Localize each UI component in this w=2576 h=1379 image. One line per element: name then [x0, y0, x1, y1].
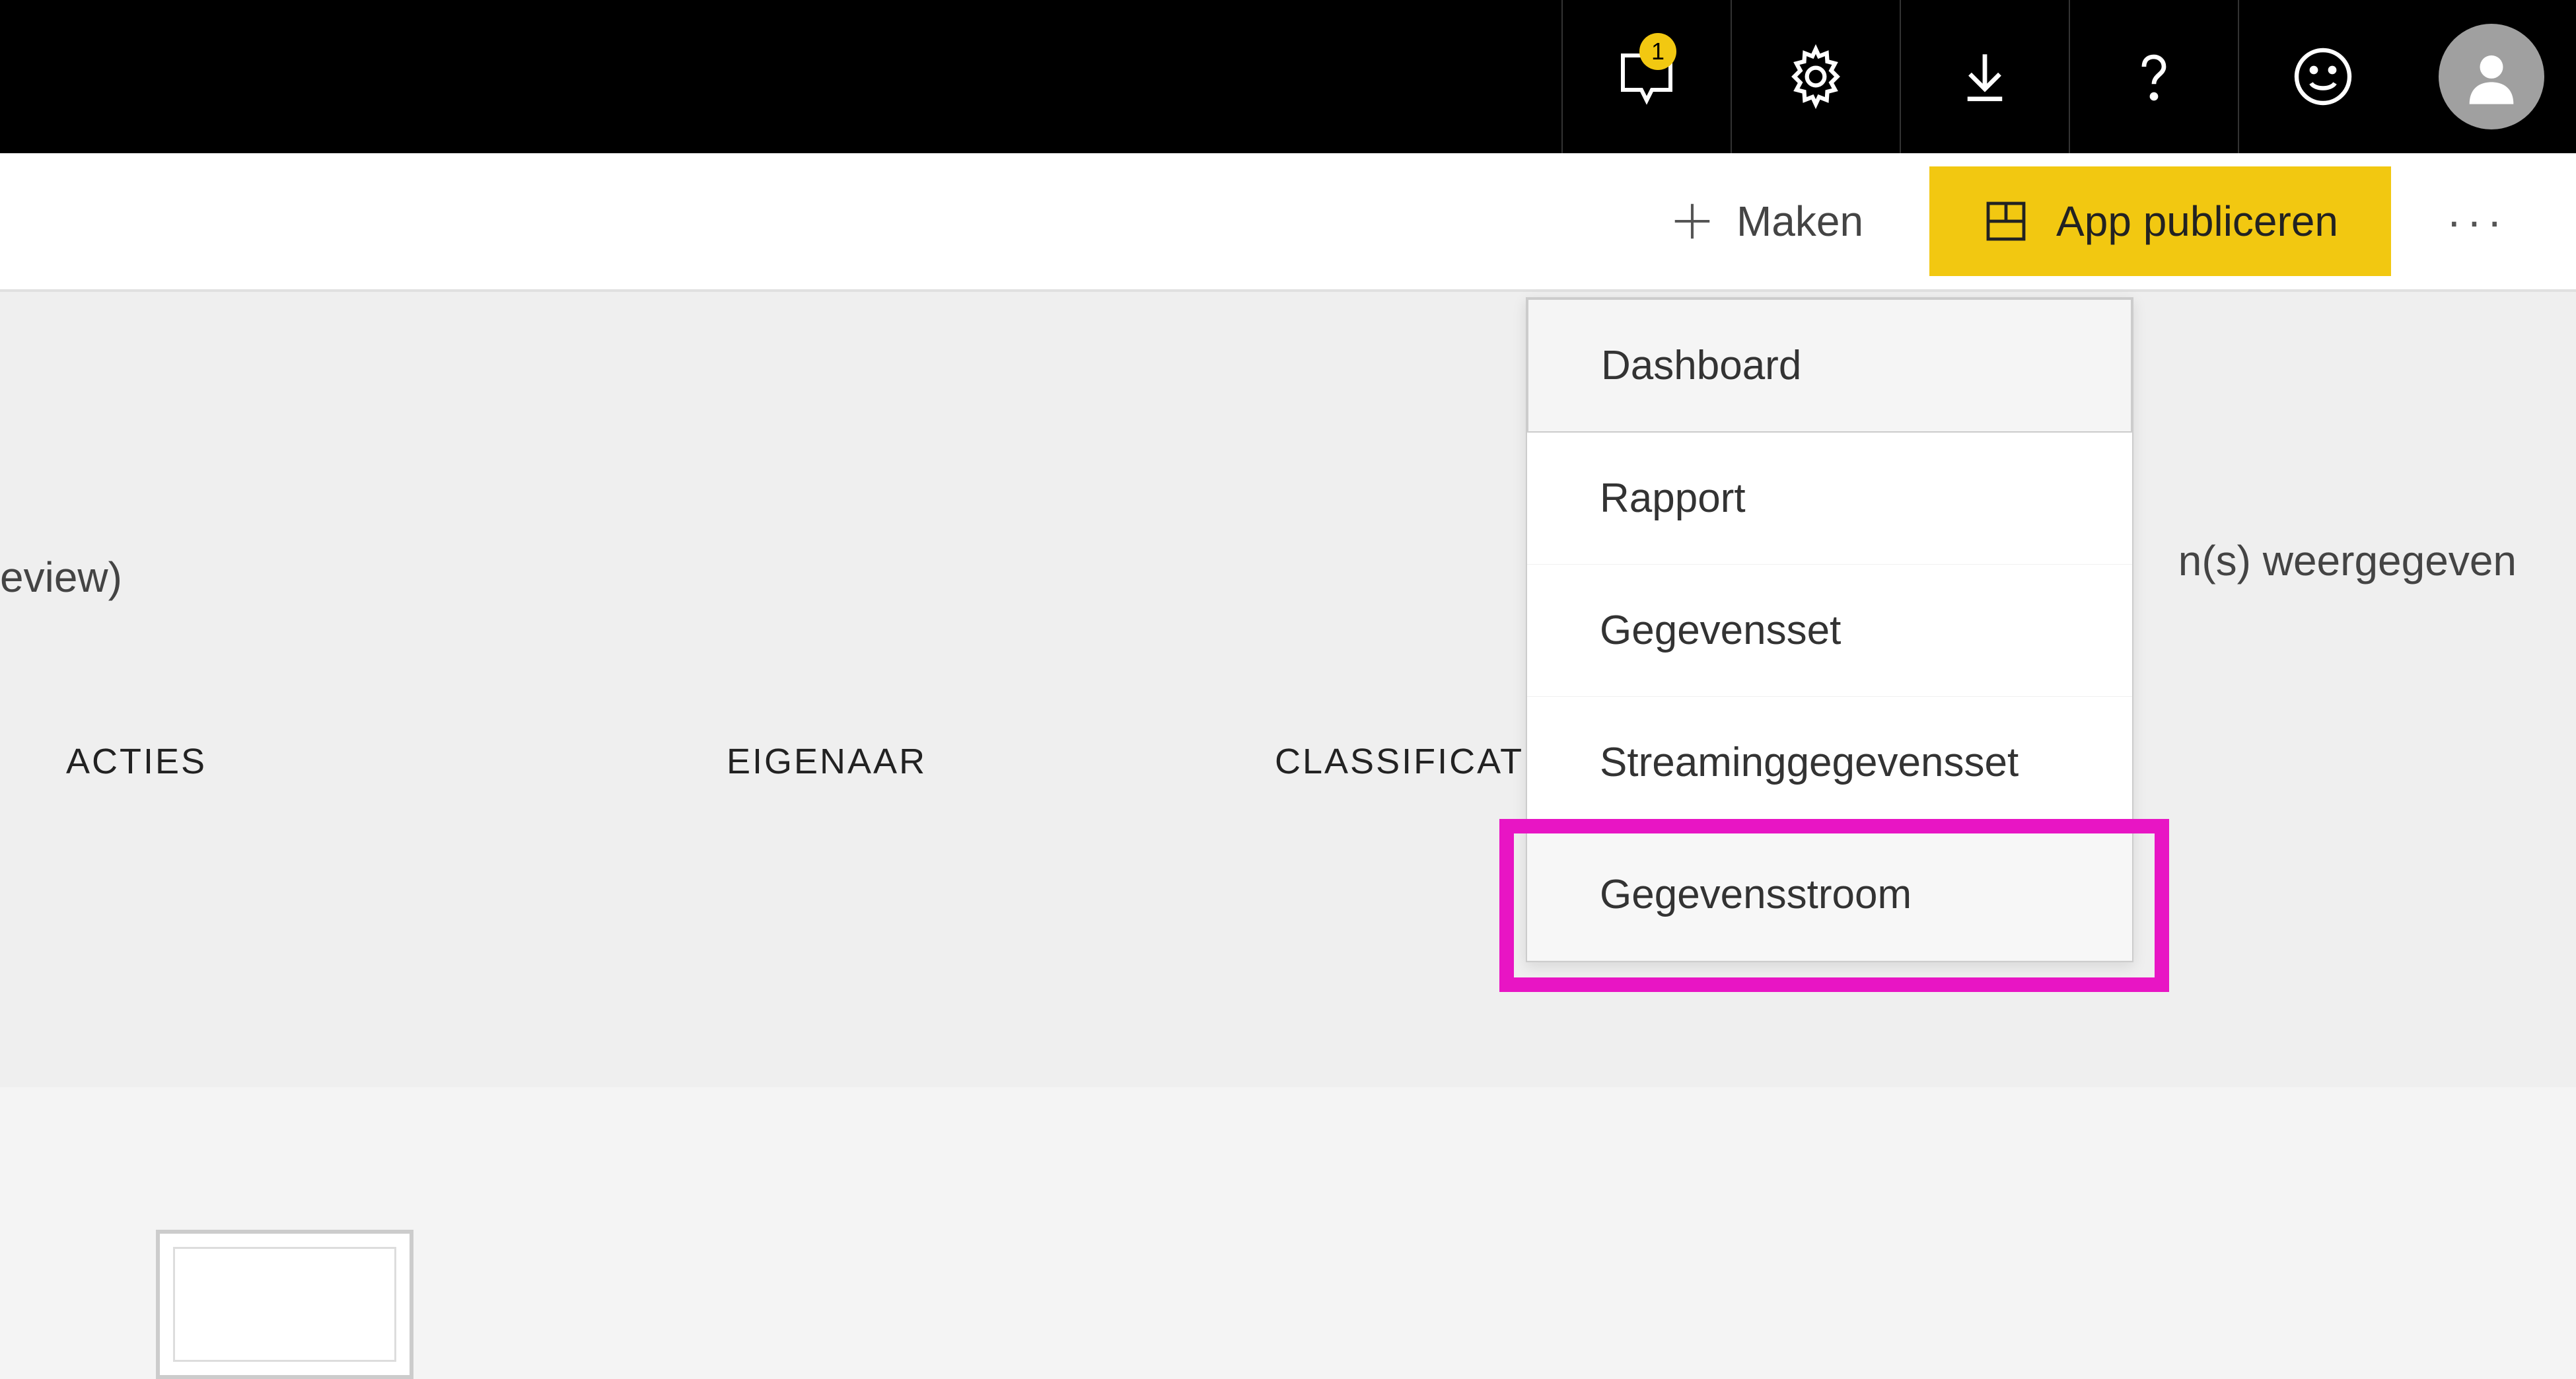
help-icon — [2124, 44, 2184, 110]
column-header-acties[interactable]: ACTIES — [66, 741, 207, 782]
settings-button[interactable] — [1731, 0, 1900, 153]
items-shown-fragment: n(s) weergegeven — [2178, 536, 2517, 585]
publish-label: App publiceren — [2056, 197, 2338, 246]
top-navbar: 1 — [0, 0, 2576, 153]
preview-text-fragment: eview) — [0, 553, 122, 602]
notification-badge: 1 — [1639, 33, 1676, 70]
create-dropdown-menu: Dashboard Rapport Gegevensset Streamingg… — [1526, 297, 2133, 962]
dropdown-item-rapport[interactable]: Rapport — [1527, 433, 2132, 565]
item-thumbnail-placeholder — [156, 1230, 413, 1379]
gear-icon — [1783, 44, 1849, 110]
help-button[interactable] — [2069, 0, 2238, 153]
feedback-button[interactable] — [2238, 0, 2407, 153]
dropdown-item-gegevensstroom[interactable]: Gegevensstroom — [1527, 829, 2132, 961]
publish-app-button[interactable]: App publiceren — [1929, 166, 2391, 276]
download-icon — [1955, 47, 2015, 106]
avatar — [2439, 24, 2544, 129]
more-options-button[interactable]: ··· — [2437, 195, 2517, 247]
notifications-button[interactable]: 1 — [1561, 0, 1731, 153]
account-button[interactable] — [2407, 0, 2576, 153]
ellipsis-icon: ··· — [2447, 195, 2507, 247]
dropdown-item-streaminggegevensset[interactable]: Streaminggegevensset — [1527, 697, 2132, 829]
create-label: Maken — [1736, 197, 1863, 246]
toolbar: Maken App publiceren ··· — [0, 153, 2576, 292]
column-header-eigenaar[interactable]: EIGENAAR — [727, 741, 927, 782]
thumbnail-inner — [173, 1247, 396, 1362]
create-button[interactable]: Maken — [1649, 184, 1883, 259]
person-icon — [2458, 44, 2524, 110]
download-button[interactable] — [1900, 0, 2069, 153]
plus-icon — [1669, 198, 1715, 244]
dropdown-item-gegevensset[interactable]: Gegevensset — [1527, 565, 2132, 697]
content-area: eview) n(s) weergegeven ACTIES EIGENAAR … — [0, 292, 2576, 1087]
column-header-classificat[interactable]: CLASSIFICAT — [1275, 741, 1524, 782]
app-grid-icon — [1982, 197, 2030, 245]
dropdown-item-dashboard[interactable]: Dashboard — [1527, 299, 2132, 433]
smiley-icon — [2291, 45, 2355, 108]
